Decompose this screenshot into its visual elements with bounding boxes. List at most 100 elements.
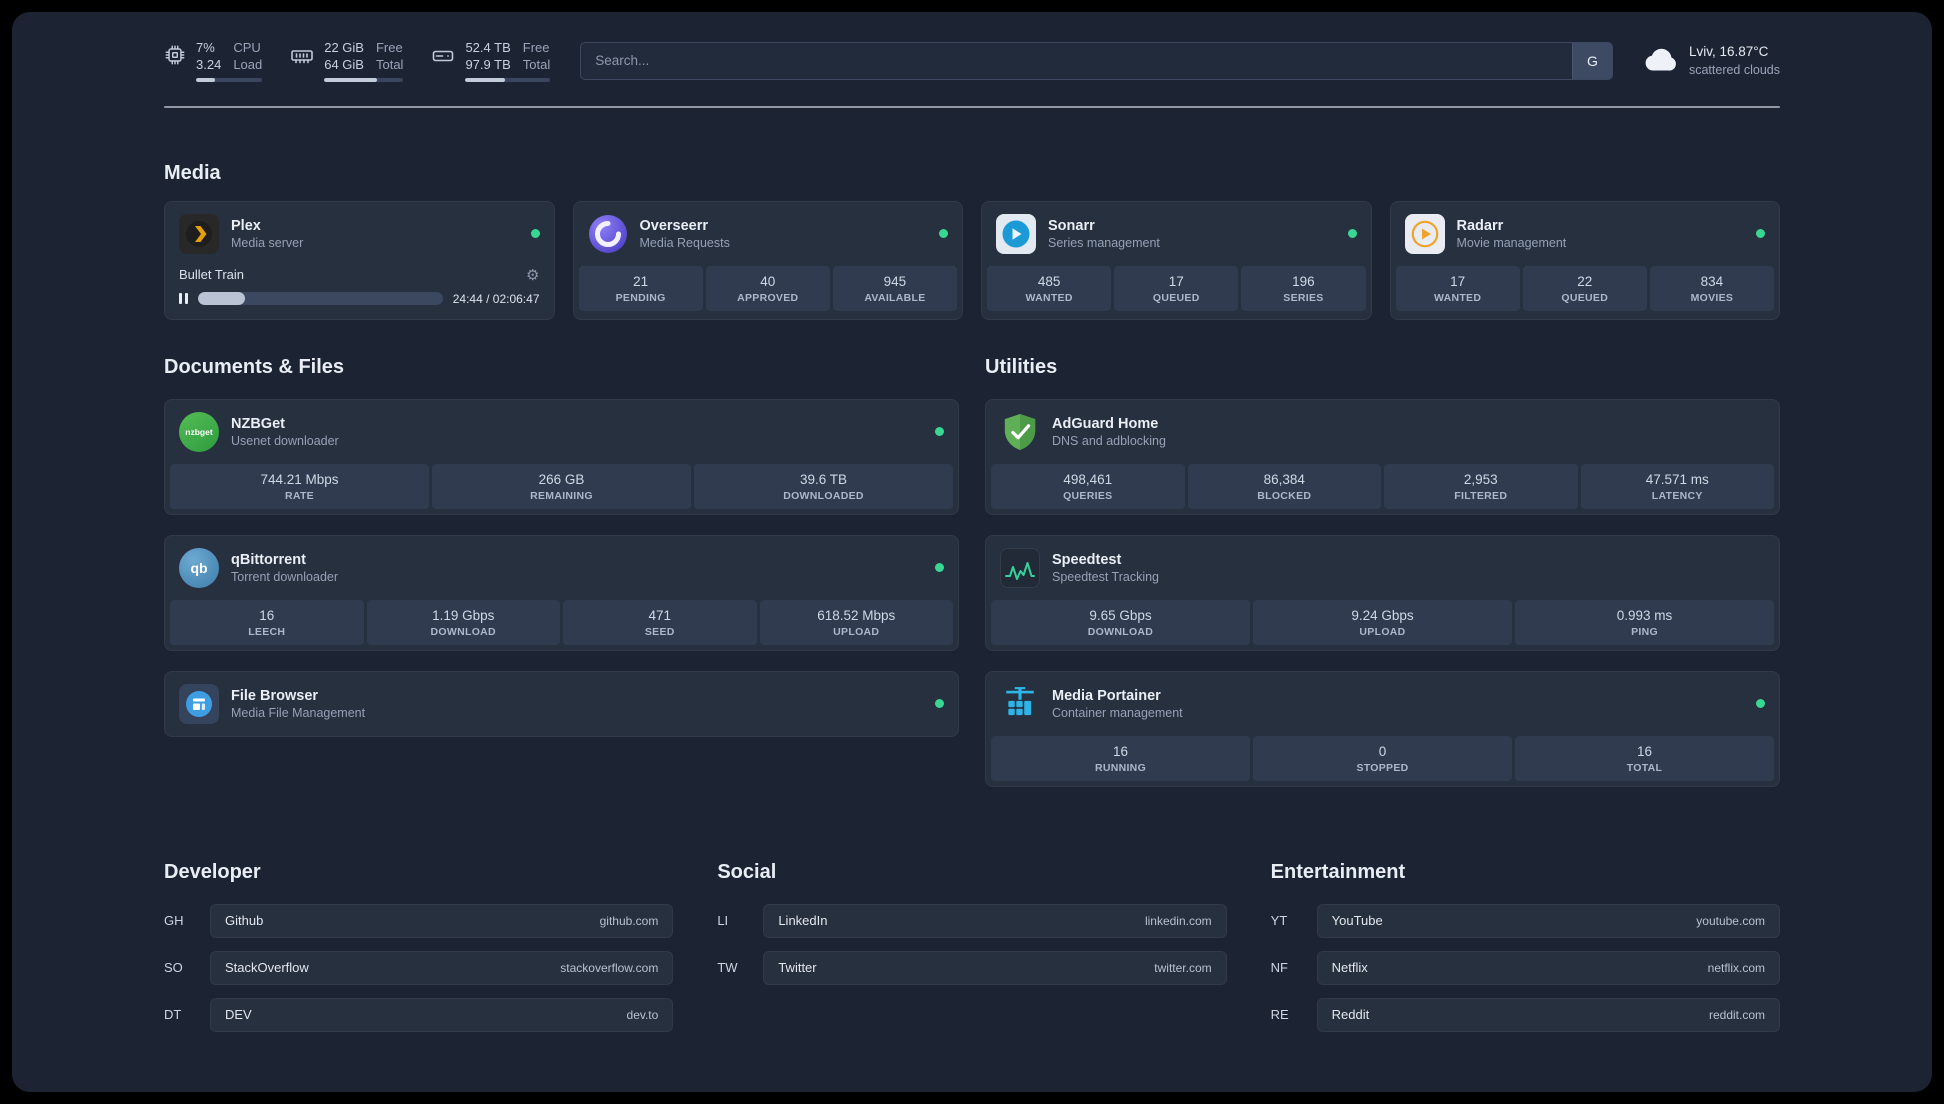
service-card-speedtest[interactable]: Speedtest Speedtest Tracking 9.65 Gbps D… — [985, 534, 1780, 651]
overseerr-icon — [588, 214, 628, 254]
stat-available: 945 AVAILABLE — [832, 265, 958, 311]
service-name: File Browser — [231, 687, 319, 704]
stat-download: 9.65 Gbps DOWNLOAD — [991, 599, 1250, 645]
stat-pending: 21 PENDING — [578, 265, 703, 311]
disk-widget: 52.4 TB 97.9 TB Free Total — [431, 40, 551, 82]
bookmark-link-stackoverflow[interactable]: StackOverflow stackoverflow.com — [210, 950, 674, 985]
service-name: Radarr — [1456, 217, 1504, 234]
service-card-portainer[interactable]: Media Portainer Container management 16 … — [985, 670, 1780, 787]
stat-running: 16 RUNNING — [991, 735, 1250, 781]
status-dot — [1756, 699, 1765, 709]
bookmark-abbr: LI — [717, 913, 729, 929]
disk-total-label: Total — [522, 56, 551, 72]
service-card-plex[interactable]: Plex Media server Bullet Train ⚙ 24:44 /… — [164, 200, 555, 320]
service-name: qBittorrent — [231, 551, 306, 568]
service-description: Speedtest Tracking — [1052, 569, 1160, 584]
stat-upload: 618.52 Mbps UPLOAD — [759, 599, 953, 645]
memory-usage-bar — [324, 77, 404, 82]
disk-free-label: Free — [522, 40, 550, 55]
dashboard: 7% 3.24 CPU Load 22 GiB 64 GiB Free Tota… — [12, 12, 1932, 1092]
bookmark-group-entertainment: Entertainment YT YouTube youtube.com NF … — [1271, 861, 1780, 1045]
stat-remaining: 266 GB REMAINING — [432, 463, 691, 509]
bookmark-row: YT YouTube youtube.com — [1271, 903, 1780, 938]
stat-rate: 744.21 Mbps RATE — [170, 463, 429, 509]
memory-free-label: Free — [375, 40, 403, 55]
bookmark-abbr: GH — [164, 913, 184, 929]
cloud-icon — [1643, 45, 1679, 77]
bookmark-link-dev[interactable]: DEV dev.to — [210, 997, 674, 1032]
adguard-icon — [1000, 412, 1040, 452]
stat-wanted: 485 WANTED — [987, 265, 1112, 311]
bookmark-row: GH Github github.com — [164, 903, 674, 938]
service-card-filebrowser[interactable]: File Browser Media File Management — [164, 670, 959, 737]
bookmark-abbr: RE — [1270, 1007, 1289, 1023]
bookmark-row: SO StackOverflow stackoverflow.com — [164, 950, 674, 985]
service-card-nzbget[interactable]: nzbget NZBGet Usenet downloader 744.21 M… — [164, 398, 959, 515]
stat-total: 16 TOTAL — [1515, 735, 1774, 781]
memory-free-value: 22 GiB — [324, 40, 364, 55]
cpu-load-value: 3.24 — [196, 56, 222, 72]
bookmark-link-youtube[interactable]: YouTube youtube.com — [1316, 903, 1780, 938]
search-bar: G — [580, 41, 1613, 80]
stat-latency: 47.571 ms LATENCY — [1580, 463, 1774, 509]
service-card-qbittorrent[interactable]: qb qBittorrent Torrent downloader 16 LEE… — [164, 534, 959, 651]
speedtest-icon — [1000, 547, 1040, 588]
bookmark-group-title: Developer — [164, 860, 261, 883]
bookmark-row: DT DEV dev.to — [164, 997, 674, 1032]
service-card-radarr[interactable]: Radarr Movie management 17 WANTED 22 QUE… — [1389, 200, 1780, 320]
search-input[interactable] — [581, 42, 1572, 79]
service-description: Container management — [1052, 705, 1183, 720]
status-dot — [935, 563, 944, 573]
bookmark-group-developer: Developer GH Github github.com SO StackO… — [164, 860, 674, 1045]
disk-usage-bar — [465, 77, 551, 82]
bookmark-link-netflix[interactable]: Netflix netflix.com — [1316, 950, 1780, 985]
bookmark-link-github[interactable]: Github github.com — [210, 903, 674, 938]
stat-stopped: 0 STOPPED — [1253, 735, 1512, 781]
plex-icon — [179, 213, 219, 254]
qbittorrent-icon: qb — [179, 547, 219, 588]
status-dot — [935, 427, 944, 437]
stat-seed: 471 SEED — [563, 599, 757, 645]
memory-total-value: 64 GiB — [324, 56, 364, 72]
service-name: Plex — [231, 217, 261, 234]
service-name: AdGuard Home — [1052, 415, 1159, 432]
service-description: Media Requests — [639, 235, 730, 250]
bookmark-link-reddit[interactable]: Reddit reddit.com — [1316, 997, 1780, 1032]
nzbget-icon: nzbget — [179, 411, 219, 452]
service-name: Speedtest — [1052, 551, 1122, 568]
qbittorrent-icon-text: qb — [190, 559, 208, 576]
stat-ping: 0.993 ms PING — [1515, 599, 1774, 645]
bookmark-row: TW Twitter twitter.com — [717, 950, 1227, 985]
gear-icon[interactable]: ⚙ — [526, 266, 539, 284]
memory-icon — [290, 44, 314, 73]
service-name: NZBGet — [231, 415, 285, 432]
service-description: Torrent downloader — [231, 569, 339, 584]
stat-downloaded: 39.6 TB DOWNLOADED — [694, 463, 953, 509]
service-description: DNS and adblocking — [1052, 433, 1166, 448]
media-section: Media Plex Media server Bullet Train ⚙ 2… — [164, 162, 1780, 320]
bookmark-group-title: Social — [717, 860, 777, 883]
pause-icon[interactable] — [179, 292, 188, 305]
documents-section-title: Documents & Files — [164, 355, 345, 378]
service-description: Media server — [231, 235, 304, 250]
stat-upload: 9.24 Gbps UPLOAD — [1253, 599, 1512, 645]
search-provider-button[interactable]: G — [1571, 42, 1612, 79]
top-bar: 7% 3.24 CPU Load 22 GiB 64 GiB Free Tota… — [164, 40, 1780, 82]
service-description: Movie management — [1456, 235, 1567, 250]
stat-leech: 16 LEECH — [170, 599, 364, 645]
cpu-chip-icon — [164, 44, 186, 71]
service-card-adguard[interactable]: AdGuard Home DNS and adblocking 498,461 … — [985, 398, 1780, 515]
service-card-overseerr[interactable]: Overseerr Media Requests 21 PENDING 40 A… — [572, 200, 963, 320]
service-description: Media File Management — [231, 705, 366, 720]
stat-wanted: 17 WANTED — [1395, 265, 1520, 311]
playback-progress-bar[interactable] — [197, 292, 443, 306]
portainer-icon — [1000, 684, 1040, 724]
filebrowser-icon — [179, 683, 219, 724]
bookmark-link-twitter[interactable]: Twitter twitter.com — [763, 950, 1227, 985]
bookmark-abbr: DT — [164, 1007, 182, 1023]
service-card-sonarr[interactable]: Sonarr Series management 485 WANTED 17 Q… — [981, 200, 1372, 320]
now-playing-title: Bullet Train — [179, 267, 245, 283]
service-name: Overseerr — [639, 217, 709, 234]
bookmark-row: RE Reddit reddit.com — [1270, 997, 1780, 1032]
bookmark-link-linkedin[interactable]: LinkedIn linkedin.com — [763, 903, 1227, 938]
